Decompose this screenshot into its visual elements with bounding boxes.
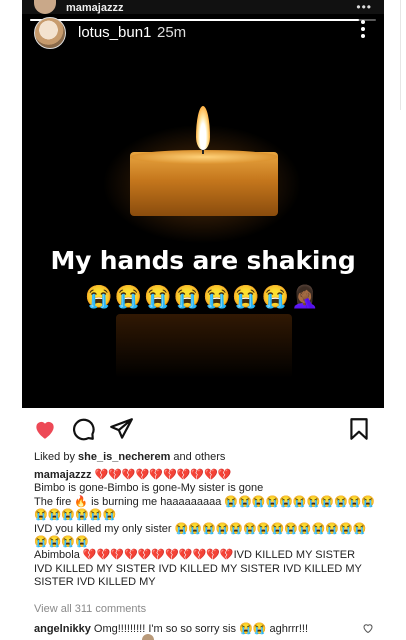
likes-summary[interactable]: Liked by she_is_necherem and others <box>34 451 225 463</box>
story-image: lotus_bun1 25m My hands are shaking 😭😭😭😭… <box>22 14 384 408</box>
story-avatar[interactable] <box>34 17 66 49</box>
ellipsis-horizontal-icon[interactable]: ••• <box>356 0 372 14</box>
story-time: 25m <box>157 24 187 41</box>
likes-prefix: Liked by <box>34 451 79 463</box>
view-all-comments-link[interactable]: View all 311 comments <box>34 603 146 615</box>
caption-text: 💔💔💔💔💔💔💔💔💔💔 Bimbo is gone-Bimbo is gone-M… <box>34 469 376 589</box>
background-edge <box>400 0 406 110</box>
outer-post-header: mamajazzz ••• <box>22 0 384 14</box>
top-comment: angelnikky Omg!!!!!!!!! I'm so so sorry … <box>34 622 354 635</box>
heart-filled-icon[interactable] <box>32 416 58 442</box>
comment-like-icon[interactable] <box>362 622 374 634</box>
next-comment-avatar <box>142 634 154 640</box>
candle-flame <box>196 106 210 150</box>
post-caption: mamajazzz 💔💔💔💔💔💔💔💔💔💔 Bimbo is gone-Bimbo… <box>34 469 376 590</box>
instagram-post: mamajazzz ••• lotus_bun1 25m My hands ar… <box>22 0 384 640</box>
comment-username[interactable]: angelnikky <box>34 623 91 635</box>
send-icon[interactable] <box>108 416 134 442</box>
story-caption-text: My hands are shaking <box>50 246 356 275</box>
story-progress-bar <box>30 19 376 21</box>
story-progress-fill <box>30 19 359 21</box>
post-actions <box>22 412 384 446</box>
liked-by-username[interactable]: she_is_necherem <box>78 451 170 463</box>
candle-reflection <box>116 314 292 378</box>
outer-username[interactable]: mamajazzz <box>66 2 123 14</box>
ellipsis-vertical-icon[interactable] <box>360 20 366 40</box>
candle-top <box>130 150 278 164</box>
likes-suffix: and others <box>170 451 226 463</box>
story-username[interactable]: lotus_bun1 <box>78 24 151 41</box>
bookmark-icon[interactable] <box>346 416 372 442</box>
caption-username[interactable]: mamajazzz <box>34 469 91 481</box>
comment-icon[interactable] <box>70 416 96 442</box>
comment-text: Omg!!!!!!!!! I'm so so sorry sis 😭😭 aghr… <box>90 623 308 635</box>
story-emojis: 😭😭😭😭😭😭😭🤦🏾‍♀️ <box>85 284 321 309</box>
outer-avatar[interactable] <box>34 0 56 14</box>
